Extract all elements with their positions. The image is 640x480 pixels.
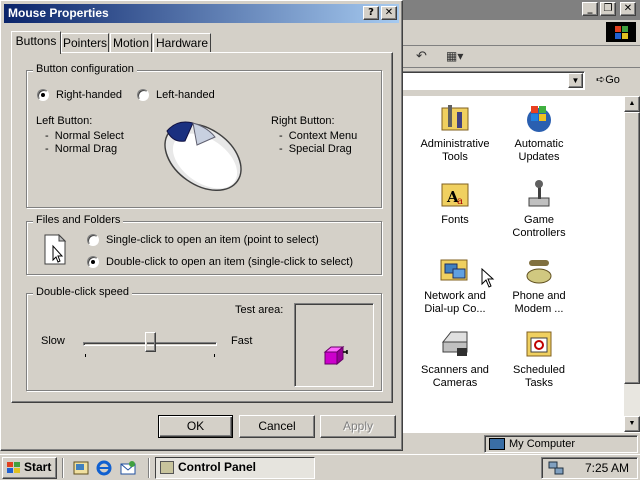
outlook-express-icon[interactable]	[120, 460, 136, 476]
status-zone: My Computer	[484, 435, 638, 453]
group-label: Files and Folders	[33, 214, 124, 226]
mouse-properties-dialog: Mouse Properties ? ✕ Buttons Pointers Mo…	[0, 0, 403, 451]
toolbar: ↶ ▦▾	[380, 46, 640, 68]
menu-bar	[380, 20, 640, 46]
game-controllers-icon	[523, 178, 555, 210]
clock[interactable]: 7:25 AM	[585, 459, 629, 478]
my-computer-icon	[489, 438, 505, 450]
cp-item-administrative-tools[interactable]: Administrative Tools	[415, 102, 495, 164]
document-pointer-icon	[44, 234, 67, 265]
control-panel-titlebar[interactable]: _ ❐ ✕	[380, 0, 640, 20]
group-label: Button configuration	[33, 63, 137, 75]
mouse-illustration-icon	[164, 121, 242, 192]
minimize-button[interactable]: _	[582, 2, 598, 16]
left-handed-radio[interactable]: Left-handed	[137, 89, 215, 101]
single-click-radio[interactable]: Single-click to open an item (point to s…	[87, 234, 319, 246]
control-panel-icon	[160, 461, 174, 474]
administrative-tools-icon	[439, 102, 471, 134]
network-icon	[439, 254, 471, 286]
tab-hardware[interactable]: Hardware	[153, 33, 211, 53]
test-area-box[interactable]	[294, 303, 374, 387]
vertical-scrollbar[interactable]: ▲ ▼	[624, 96, 640, 432]
address-bar: ▼ ➪Go	[380, 68, 640, 94]
double-click-speed-slider[interactable]	[83, 332, 217, 358]
group-label: Double-click speed	[33, 286, 132, 298]
restore-button[interactable]: ❐	[600, 2, 616, 16]
cp-item-phone-modem[interactable]: Phone and Modem ...	[499, 254, 579, 316]
taskbar-divider	[62, 458, 64, 478]
left-button-item: - Normal Drag	[45, 143, 118, 155]
cancel-button[interactable]: Cancel	[239, 415, 315, 438]
go-arrow-icon: ➪	[596, 74, 606, 86]
cp-item-automatic-updates[interactable]: Automatic Updates	[499, 102, 579, 164]
undo-icon[interactable]: ↶	[416, 49, 427, 64]
right-button-item: - Special Drag	[279, 143, 352, 155]
scroll-thumb[interactable]	[624, 112, 640, 384]
left-button-item: - Normal Select	[45, 130, 124, 142]
slider-tick	[214, 354, 215, 357]
scroll-down-button[interactable]: ▼	[624, 416, 640, 432]
internet-explorer-icon[interactable]	[96, 460, 112, 476]
fast-label: Fast	[231, 335, 253, 347]
radio-indicator	[37, 89, 49, 101]
go-button[interactable]: ➪Go	[596, 73, 620, 86]
address-dropdown-button[interactable]: ▼	[568, 73, 583, 88]
files-folders-group: Files and Folders Single-click to open a…	[26, 214, 382, 275]
taskbar-divider	[148, 458, 150, 478]
start-button[interactable]: Start	[2, 457, 57, 479]
show-desktop-icon[interactable]	[73, 460, 89, 476]
double-click-speed-group: Double-click speed Slow Fast Test area:	[26, 286, 382, 391]
mouse-pointer-icon	[481, 268, 495, 288]
scanner-icon	[439, 328, 471, 360]
fonts-icon: Aa	[439, 178, 471, 210]
left-button-title: Left Button:	[36, 115, 93, 127]
views-icon[interactable]: ▦▾	[446, 49, 463, 63]
svg-text:a: a	[457, 196, 463, 207]
radio-indicator	[87, 234, 99, 246]
close-button[interactable]: ✕	[620, 2, 636, 16]
cp-item-scheduled-tasks[interactable]: Scheduled Tasks	[499, 328, 579, 390]
right-button-title: Right Button:	[271, 115, 335, 127]
apply-button[interactable]: Apply	[320, 415, 396, 438]
dialog-title: Mouse Properties	[8, 6, 109, 20]
right-button-item: - Context Menu	[279, 130, 358, 142]
cp-item-game-controllers[interactable]: Game Controllers	[499, 178, 579, 240]
double-click-radio[interactable]: Double-click to open an item (single-cli…	[87, 256, 353, 268]
scroll-up-button[interactable]: ▲	[624, 96, 640, 112]
scheduled-tasks-icon	[523, 328, 555, 360]
slider-thumb[interactable]	[145, 332, 156, 352]
button-configuration-group: Button configuration Right-handed Left-h…	[26, 63, 382, 208]
test-area-label: Test area:	[235, 304, 284, 316]
cp-item-fonts[interactable]: Aa Fonts	[415, 178, 495, 227]
radio-indicator	[87, 256, 99, 268]
tab-motion[interactable]: Motion	[110, 33, 152, 53]
taskbar-control-panel-button[interactable]: Control Panel	[155, 457, 315, 479]
jack-in-the-box-icon	[323, 345, 348, 366]
slider-tick	[85, 354, 86, 357]
taskbar: Start Control Panel 7:25 AM	[0, 454, 640, 480]
tab-pointers[interactable]: Pointers	[61, 33, 109, 53]
windows-flag-icon	[7, 462, 21, 474]
windows-logo-icon	[606, 22, 636, 42]
cp-item-scanners[interactable]: Scanners and Cameras	[415, 328, 495, 390]
status-bar: My Computer	[380, 432, 640, 454]
right-handed-radio[interactable]: Right-handed	[37, 89, 122, 101]
ok-button[interactable]: OK	[158, 415, 233, 438]
dialog-close-button[interactable]: ✕	[381, 6, 397, 20]
buttons-tab-panel: Button configuration Right-handed Left-h…	[11, 52, 393, 403]
control-panel-icons: Administrative Tools Automatic Updates A…	[402, 96, 624, 432]
network-tray-icon[interactable]	[548, 461, 564, 475]
radio-indicator	[137, 89, 149, 101]
dialog-titlebar[interactable]: Mouse Properties ? ✕	[4, 4, 399, 23]
phone-modem-icon	[523, 254, 555, 286]
control-panel-window: _ ❐ ✕ ↶ ▦▾ ▼ ➪Go ove ns ions al s	[380, 0, 640, 454]
slow-label: Slow	[41, 335, 65, 347]
system-tray: 7:25 AM	[541, 457, 638, 479]
help-button[interactable]: ?	[363, 6, 379, 20]
address-field[interactable]: ▼	[400, 71, 585, 90]
automatic-updates-icon	[523, 102, 555, 134]
tab-buttons[interactable]: Buttons	[11, 31, 61, 54]
